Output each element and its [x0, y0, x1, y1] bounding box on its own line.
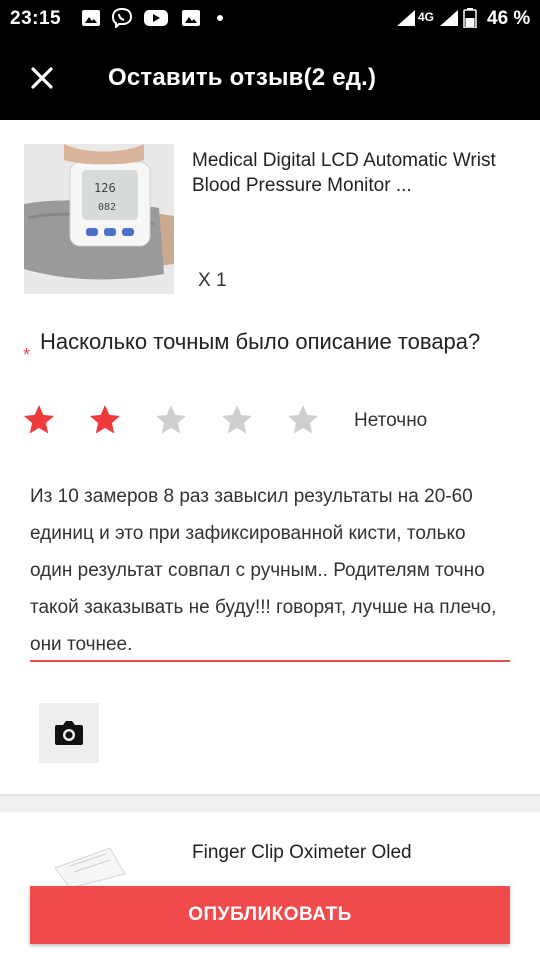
star-5-icon[interactable]: [285, 402, 321, 438]
cell-signal-icon: [440, 10, 458, 26]
battery-percent: 46 %: [487, 8, 531, 29]
publish-button[interactable]: ОПУБЛИКОВАТЬ: [30, 886, 510, 944]
svg-text:126: 126: [94, 181, 116, 195]
product-item: 126 082 Medical Digital LCD Automatic Wr…: [0, 130, 540, 300]
cell-signal-icon: [397, 10, 415, 26]
product-title[interactable]: Finger Clip Oximeter Oled: [192, 840, 522, 865]
review-field-underline: [30, 660, 510, 662]
camera-icon: [55, 721, 83, 745]
page-title: Оставить отзыв(2 ед.): [108, 64, 377, 91]
product-image: [40, 838, 170, 888]
status-bar: 23:15 4G 46 %: [0, 0, 540, 36]
star-4-icon[interactable]: [219, 402, 255, 438]
close-icon[interactable]: [22, 58, 62, 98]
product-title[interactable]: Medical Digital LCD Automatic Wrist Bloo…: [192, 148, 522, 198]
status-time: 23:15: [10, 8, 62, 29]
rating-label: Неточно: [354, 410, 428, 431]
required-mark: *: [23, 345, 31, 365]
star-2-icon[interactable]: [87, 402, 123, 438]
app-bar: Оставить отзыв(2 ед.): [0, 36, 540, 120]
image-icon: [82, 10, 100, 26]
star-1-icon[interactable]: [21, 402, 57, 438]
notification-dot: [217, 15, 223, 21]
image-icon: [182, 10, 200, 26]
viber-icon: [111, 8, 133, 28]
star-3-icon[interactable]: [153, 402, 189, 438]
star-rating[interactable]: Неточно: [0, 400, 540, 444]
add-photo-button[interactable]: [39, 703, 99, 763]
product-image: 126 082: [24, 144, 174, 294]
youtube-icon: [144, 10, 168, 26]
svg-text:082: 082: [98, 202, 116, 213]
product-quantity: X 1: [198, 270, 227, 291]
network-type: 4G: [418, 10, 435, 24]
battery-icon: [463, 8, 477, 28]
rating-question: Насколько точным было описание товара?: [40, 329, 481, 354]
section-divider: [0, 794, 540, 812]
review-text-field[interactable]: Из 10 замеров 8 раз завысил результаты н…: [30, 478, 510, 663]
